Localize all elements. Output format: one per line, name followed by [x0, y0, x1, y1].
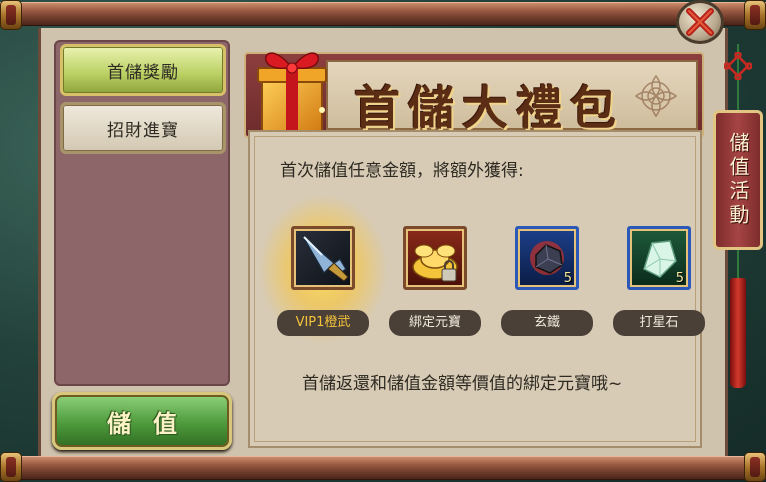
reward-item[interactable]: 5 玄鐵: [501, 226, 593, 336]
reward-label: VIP1橙武: [277, 310, 369, 336]
rod-cap-top-left: [0, 0, 22, 30]
scroll-rod-top: [0, 2, 766, 26]
rod-cap-top-right: [744, 0, 766, 30]
flower-ornament-icon: [634, 74, 678, 118]
tab-label: 首儲獎勵: [107, 62, 179, 83]
decor-cord: [737, 250, 739, 280]
reward-item[interactable]: 綁定元寶: [389, 226, 481, 336]
item-count: 5: [563, 271, 572, 286]
gift-box-icon: [257, 52, 327, 133]
description-text: 首儲返還和儲值金額等價值的綁定元寶哦~: [302, 374, 623, 394]
tab-fortune-treasure[interactable]: 招財進寶: [60, 102, 226, 154]
close-icon: [686, 8, 714, 36]
scroll-rod-bottom: [0, 456, 766, 480]
reward-label: 綁定元寶: [389, 310, 481, 336]
chinese-knot-icon: [724, 52, 752, 80]
reward-item[interactable]: 5 打星石: [613, 226, 705, 336]
black-iron-ore-icon: 5: [515, 226, 579, 290]
reward-item[interactable]: VIP1橙武: [277, 226, 369, 336]
orange-weapon-icon: [291, 226, 355, 290]
intro-text: 首次儲值任意金額，將額外獲得:: [280, 161, 524, 181]
charge-button-label: 儲值: [107, 408, 199, 438]
reward-label: 玄鐵: [501, 310, 593, 336]
tassel-decoration: [730, 278, 746, 388]
rod-cap-bottom-left: [0, 452, 22, 482]
rod-cap-bottom-right: [744, 452, 766, 482]
gold-ingot-icon: [403, 226, 467, 290]
reward-panel: 首次儲值任意金額，將額外獲得: VIP1橙武 綁定元寶 5 玄鐵 5 打星石 首…: [248, 130, 705, 448]
reward-label: 打星石: [613, 310, 705, 336]
item-count: 5: [675, 271, 684, 286]
star-stone-icon: 5: [627, 226, 691, 290]
banner-title: 首儲大禮包: [354, 81, 624, 135]
close-button[interactable]: [676, 0, 724, 44]
charge-button[interactable]: 儲值: [52, 392, 232, 450]
reward-content: 首儲大禮包 首次儲值任意金額，將額外獲得: VIP1橙武 綁定元寶 5 玄鐵 5…: [244, 38, 706, 448]
menu-panel: 首儲獎勵 招財進寶: [54, 40, 230, 386]
tab-first-charge-reward[interactable]: 首儲獎勵: [60, 44, 226, 96]
side-tag-label: 儲值活動: [726, 132, 750, 228]
charge-activity-tab[interactable]: 儲值活動: [713, 110, 763, 250]
tab-label: 招財進寶: [107, 120, 179, 141]
